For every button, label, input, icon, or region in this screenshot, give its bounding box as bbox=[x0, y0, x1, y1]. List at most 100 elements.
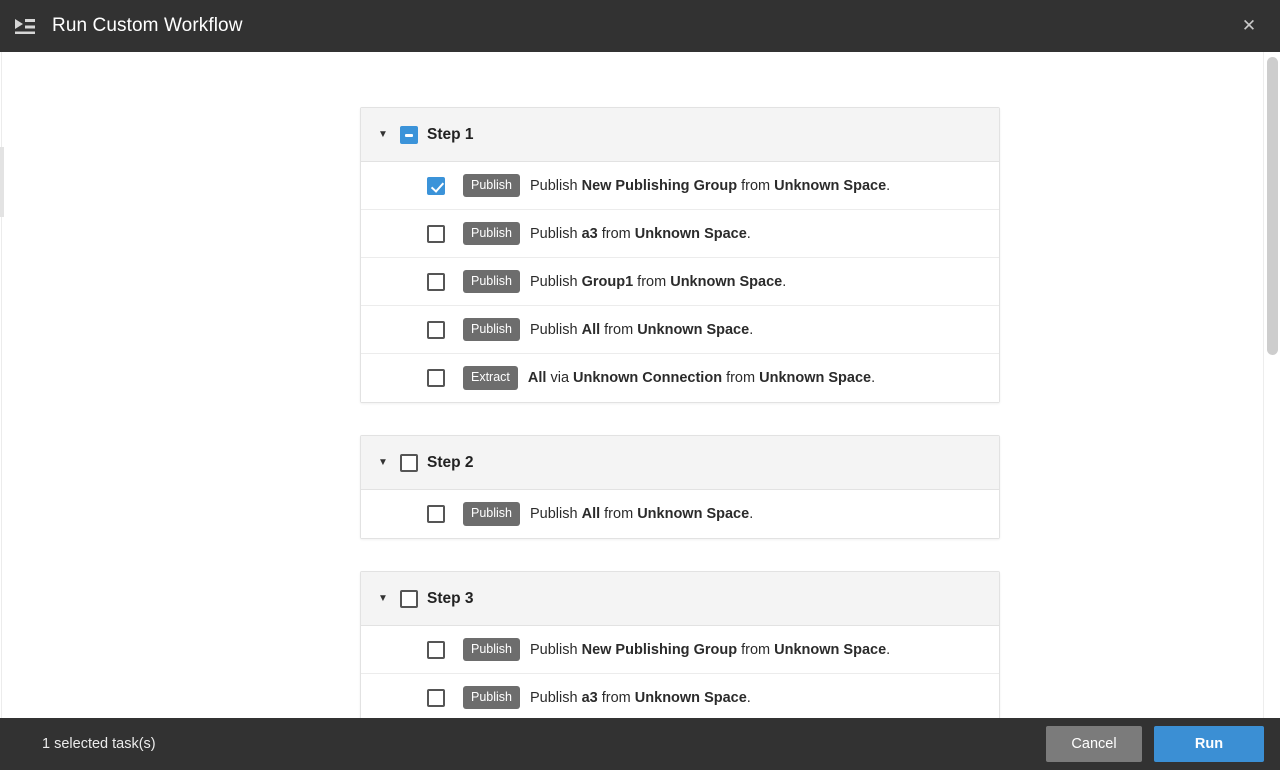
task-description: Publish New Publishing Group from Unknow… bbox=[530, 178, 890, 194]
task-row[interactable]: PublishPublish All from Unknown Space. bbox=[361, 306, 999, 354]
step-title: Step 2 bbox=[427, 454, 474, 472]
task-description: Publish a3 from Unknown Space. bbox=[530, 690, 751, 706]
chevron-down-icon[interactable]: ▼ bbox=[374, 126, 392, 144]
task-target: New Publishing Group bbox=[582, 178, 737, 194]
task-type-badge: Publish bbox=[463, 686, 520, 710]
task-mid: from bbox=[633, 274, 670, 290]
task-source: Unknown Space bbox=[774, 178, 886, 194]
task-prefix: Publish bbox=[530, 226, 582, 242]
task-source: Unknown Space bbox=[637, 322, 749, 338]
scrollbar-thumb[interactable] bbox=[1267, 57, 1278, 355]
run-button[interactable]: Run bbox=[1154, 726, 1264, 762]
step-card: ▼Step 2PublishPublish All from Unknown S… bbox=[360, 435, 1000, 539]
task-source: Unknown Space bbox=[774, 642, 886, 658]
footer-actions: Cancel Run bbox=[1046, 726, 1264, 762]
task-row[interactable]: PublishPublish All from Unknown Space. bbox=[361, 490, 999, 538]
task-target: a3 bbox=[582, 690, 598, 706]
task-checkbox[interactable] bbox=[427, 689, 445, 707]
step-list: ▼Step 1PublishPublish New Publishing Gro… bbox=[360, 107, 1000, 718]
task-description: Publish Group1 from Unknown Space. bbox=[530, 274, 786, 290]
task-checkbox[interactable] bbox=[427, 369, 445, 387]
step-checkbox[interactable] bbox=[400, 126, 418, 144]
task-suffix: . bbox=[886, 642, 890, 658]
chevron-down-icon[interactable]: ▼ bbox=[374, 454, 392, 472]
task-target: All bbox=[582, 322, 601, 338]
task-type-badge: Publish bbox=[463, 222, 520, 246]
task-suffix: . bbox=[749, 322, 753, 338]
task-row[interactable]: Publish Publish Group1 from Unknown Space… bbox=[361, 258, 999, 306]
task-mid: from bbox=[600, 322, 637, 338]
dialog-titlebar: Run Custom Workflow ✕ bbox=[0, 0, 1280, 52]
task-row[interactable]: PublishPublish New Publishing Group from… bbox=[361, 162, 999, 210]
vertical-scrollbar[interactable] bbox=[1263, 52, 1280, 718]
task-checkbox[interactable] bbox=[427, 505, 445, 523]
task-type-badge: Extract bbox=[463, 366, 518, 390]
task-mid: from bbox=[598, 690, 635, 706]
workflow-scroll-region: ▼Step 1PublishPublish New Publishing Gro… bbox=[0, 52, 1280, 718]
step-title: Step 1 bbox=[427, 126, 474, 144]
run-workflow-icon bbox=[14, 15, 36, 37]
task-description: All via Unknown Connection from Unknown … bbox=[528, 370, 875, 386]
dialog-footer: 1 selected task(s) Cancel Run bbox=[0, 718, 1280, 770]
task-target: a3 bbox=[582, 226, 598, 242]
task-row[interactable]: Publish Publish a3 from Unknown Space. bbox=[361, 674, 999, 718]
step-checkbox[interactable] bbox=[400, 454, 418, 472]
task-source: Unknown Space bbox=[635, 690, 747, 706]
step-header[interactable]: ▼ Step 2 bbox=[361, 436, 999, 490]
run-custom-workflow-dialog: Run Custom Workflow ✕ ▼Step 1PublishPubl… bbox=[0, 0, 1280, 770]
task-description: Publish All from Unknown Space. bbox=[530, 322, 753, 338]
task-mid: via bbox=[546, 370, 573, 386]
task-suffix: . bbox=[747, 690, 751, 706]
task-prefix: Publish bbox=[530, 506, 582, 522]
task-type-badge: Publish bbox=[463, 318, 520, 342]
task-description: Publish a3 from Unknown Space. bbox=[530, 226, 751, 242]
task-row[interactable]: Extract All via Unknown Connection from U… bbox=[361, 354, 999, 402]
close-icon[interactable]: ✕ bbox=[1234, 11, 1264, 41]
task-checkbox[interactable] bbox=[427, 641, 445, 659]
task-mid: from bbox=[598, 226, 635, 242]
task-target: Group1 bbox=[582, 274, 634, 290]
step-card: ▼Step 3PublishPublish New Publishing Gro… bbox=[360, 571, 1000, 718]
task-description: Publish All from Unknown Space. bbox=[530, 506, 753, 522]
task-description: Publish New Publishing Group from Unknow… bbox=[530, 642, 890, 658]
task-suffix: . bbox=[886, 178, 890, 194]
task-type-badge: Publish bbox=[463, 502, 520, 526]
dialog-body: ▼Step 1PublishPublish New Publishing Gro… bbox=[0, 52, 1280, 718]
task-source: Unknown Space bbox=[670, 274, 782, 290]
task-source: Unknown Connection bbox=[573, 370, 722, 386]
task-checkbox[interactable] bbox=[427, 273, 445, 291]
task-prefix: Publish bbox=[530, 322, 582, 338]
task-checkbox[interactable] bbox=[427, 177, 445, 195]
selected-task-count: 1 selected task(s) bbox=[42, 736, 156, 752]
task-mid: from bbox=[737, 642, 774, 658]
task-suffix: . bbox=[747, 226, 751, 242]
task-source2: Unknown Space bbox=[759, 370, 871, 386]
task-checkbox[interactable] bbox=[427, 225, 445, 243]
task-source: Unknown Space bbox=[635, 226, 747, 242]
task-checkbox[interactable] bbox=[427, 321, 445, 339]
task-mid2: from bbox=[722, 370, 759, 386]
step-title: Step 3 bbox=[427, 590, 474, 608]
task-suffix: . bbox=[871, 370, 875, 386]
step-header[interactable]: ▼ Step 3 bbox=[361, 572, 999, 626]
task-type-badge: Publish bbox=[463, 174, 520, 198]
step-card: ▼Step 1PublishPublish New Publishing Gro… bbox=[360, 107, 1000, 403]
step-header[interactable]: ▼ Step 1 bbox=[361, 108, 999, 162]
task-target: New Publishing Group bbox=[582, 642, 737, 658]
task-row[interactable]: PublishPublish New Publishing Group from… bbox=[361, 626, 999, 674]
cancel-button[interactable]: Cancel bbox=[1046, 726, 1142, 762]
task-mid: from bbox=[737, 178, 774, 194]
task-prefix: Publish bbox=[530, 642, 582, 658]
task-row[interactable]: PublishPublish a3 from Unknown Space. bbox=[361, 210, 999, 258]
task-mid: from bbox=[600, 506, 637, 522]
chevron-down-icon[interactable]: ▼ bbox=[374, 590, 392, 608]
step-checkbox[interactable] bbox=[400, 590, 418, 608]
task-suffix: . bbox=[749, 506, 753, 522]
task-prefix: Publish bbox=[530, 178, 582, 194]
task-source: Unknown Space bbox=[637, 506, 749, 522]
task-type-badge: Publish bbox=[463, 270, 520, 294]
task-target: All bbox=[582, 506, 601, 522]
workflow-content: ▼Step 1PublishPublish New Publishing Gro… bbox=[0, 52, 1263, 718]
task-target: All bbox=[528, 370, 547, 386]
dialog-title: Run Custom Workflow bbox=[52, 15, 243, 37]
